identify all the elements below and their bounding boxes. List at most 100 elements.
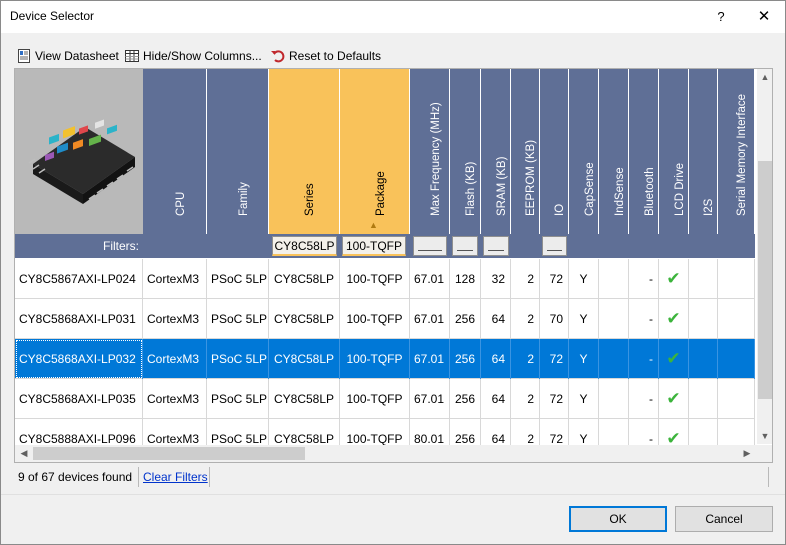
column-header-family[interactable]: Family (207, 69, 269, 234)
vertical-scrollbar[interactable]: ▲ ▼ (757, 69, 772, 444)
table-cell-bluetooth: - (629, 299, 659, 339)
table-cell-package: 100-TQFP (340, 259, 410, 299)
cell-value: CortexM3 (147, 392, 200, 406)
column-header-i2s[interactable]: I2S (689, 69, 718, 234)
device-grid: CPU Family Series Package ▲ Max Frequenc… (14, 68, 773, 463)
table-row[interactable]: CY8C5868AXI-LP032 CortexM3 PSoC 5LP CY8C58L… (15, 339, 755, 379)
table-cell-io: 72 (540, 339, 569, 379)
column-header-bluetooth[interactable]: Bluetooth (629, 69, 659, 234)
help-button[interactable]: ? (708, 5, 734, 29)
cell-value: 67.01 (413, 312, 444, 326)
device-image-header (15, 69, 143, 234)
table-row[interactable]: CY8C5868AXI-LP031 CortexM3 PSoC 5LP CY8C58L… (15, 299, 755, 339)
cell-value: 32 (491, 272, 505, 286)
cell-value: Y (579, 432, 588, 445)
table-cell-i2s (689, 299, 718, 339)
cell-value: CY8C58LP (273, 352, 335, 366)
table-cell-indsense (599, 339, 629, 379)
column-header-indsense[interactable]: IndSense (599, 69, 629, 234)
cell-value: Y (579, 312, 588, 326)
reset-defaults-button[interactable]: Reset to Defaults (270, 47, 381, 65)
clear-filters-link[interactable]: Clear Filters (143, 470, 208, 484)
package-filter[interactable]: 100-TQFP (342, 236, 406, 256)
table-cell-capsense: Y (569, 259, 599, 299)
table-cell-smi (718, 299, 755, 339)
horizontal-scrollbar[interactable]: ◀ ▶ (15, 445, 757, 462)
ok-button[interactable]: OK (569, 506, 667, 532)
cell-value: - (649, 272, 653, 286)
column-header-capsense[interactable]: CapSense (569, 69, 599, 234)
close-button[interactable]: ✕ (751, 5, 777, 29)
table-cell-indsense (599, 299, 629, 339)
column-header-max-frequency[interactable]: Max Frequency (MHz) (410, 69, 450, 234)
table-cell-capsense: Y (569, 299, 599, 339)
status-separator (768, 467, 769, 487)
table-cell-smi (718, 259, 755, 299)
scroll-up-icon[interactable]: ▲ (757, 72, 772, 82)
table-cell-sram: 64 (481, 299, 511, 339)
column-header-eeprom[interactable]: EEPROM (KB) (511, 69, 540, 234)
cell-value: 100-TQFP (346, 432, 403, 445)
status-separator (138, 467, 139, 487)
cell-value: 256 (454, 312, 475, 326)
cell-value: CY8C5868AXI-LP032 (19, 352, 136, 366)
cell-value: CY8C5868AXI-LP035 (19, 392, 136, 406)
cell-value: CY8C5867AXI-LP024 (19, 272, 136, 286)
cell-value: 256 (454, 392, 475, 406)
column-header-sram[interactable]: SRAM (KB) (481, 69, 511, 234)
column-header-series[interactable]: Series (269, 69, 340, 234)
cell-value: PSoC 5LP (211, 312, 268, 326)
reset-defaults-label: Reset to Defaults (289, 49, 382, 63)
table-cell-indsense (599, 419, 629, 445)
lcd-drive-cell: ✔ (659, 419, 689, 445)
lcd-drive-cell: ✔ (659, 259, 689, 299)
cell-value: 2 (527, 312, 534, 326)
cell-value: 256 (454, 432, 475, 445)
table-cell-series: CY8C58LP (269, 379, 340, 419)
cell-value: Y (579, 272, 588, 286)
cell-value: 72 (549, 392, 563, 406)
cell-value: CY8C58LP (273, 432, 335, 445)
table-row[interactable]: CY8C5867AXI-LP024 CortexM3 PSoC 5LP CY8C58L… (15, 259, 755, 299)
io-filter[interactable] (542, 236, 567, 256)
column-header-flash[interactable]: Flash (KB) (450, 69, 481, 234)
table-cell-i2s (689, 419, 718, 445)
column-header-package[interactable]: Package ▲ (340, 69, 410, 234)
scroll-down-icon[interactable]: ▼ (757, 431, 772, 441)
cancel-button[interactable]: Cancel (675, 506, 773, 532)
scroll-right-icon[interactable]: ▶ (741, 448, 753, 459)
max-frequency-filter[interactable] (413, 236, 447, 256)
table-row[interactable]: CY8C5868AXI-LP035 CortexM3 PSoC 5LP CY8C58L… (15, 379, 755, 419)
column-header-io[interactable]: IO (540, 69, 569, 234)
cell-value: CortexM3 (147, 352, 200, 366)
hide-show-columns-button[interactable]: Hide/Show Columns... (124, 47, 262, 65)
table-cell-package: 100-TQFP (340, 379, 410, 419)
table-cell-smi (718, 339, 755, 379)
cell-value: 2 (527, 392, 534, 406)
view-datasheet-button[interactable]: View Datasheet (16, 47, 119, 65)
table-cell-eeprom: 2 (511, 419, 540, 445)
flash-filter[interactable] (452, 236, 478, 256)
column-label: CapSense (583, 162, 596, 216)
cell-value: 100-TQFP (346, 352, 403, 366)
cell-value: 64 (491, 312, 505, 326)
scroll-left-icon[interactable]: ◀ (18, 448, 30, 459)
cell-value: 67.01 (413, 392, 444, 406)
table-row[interactable]: CY8C5888AXI-LP096 CortexM3 PSoC 5LP CY8C58L… (15, 419, 755, 445)
sram-filter[interactable] (483, 236, 509, 256)
cell-value: CY8C5868AXI-LP031 (19, 312, 136, 326)
column-label: Serial Memory Interface (736, 93, 748, 216)
series-filter[interactable]: CY8C58LP (272, 236, 337, 256)
table-cell-indsense (599, 259, 629, 299)
table-cell-io: 72 (540, 259, 569, 299)
lcd-drive-cell: ✔ (659, 379, 689, 419)
column-header-serial-memory-interface[interactable]: Serial Memory Interface (718, 69, 755, 234)
column-header-cpu[interactable]: CPU (143, 69, 207, 234)
table-cell-family: PSoC 5LP (207, 339, 269, 379)
datasheet-icon (18, 49, 30, 63)
horizontal-scroll-thumb[interactable] (33, 447, 305, 460)
vertical-scroll-thumb[interactable] (758, 161, 772, 399)
hide-show-columns-label: Hide/Show Columns... (143, 49, 262, 63)
check-icon: ✔ (666, 389, 681, 408)
column-header-lcd-drive[interactable]: LCD Drive (659, 69, 689, 234)
